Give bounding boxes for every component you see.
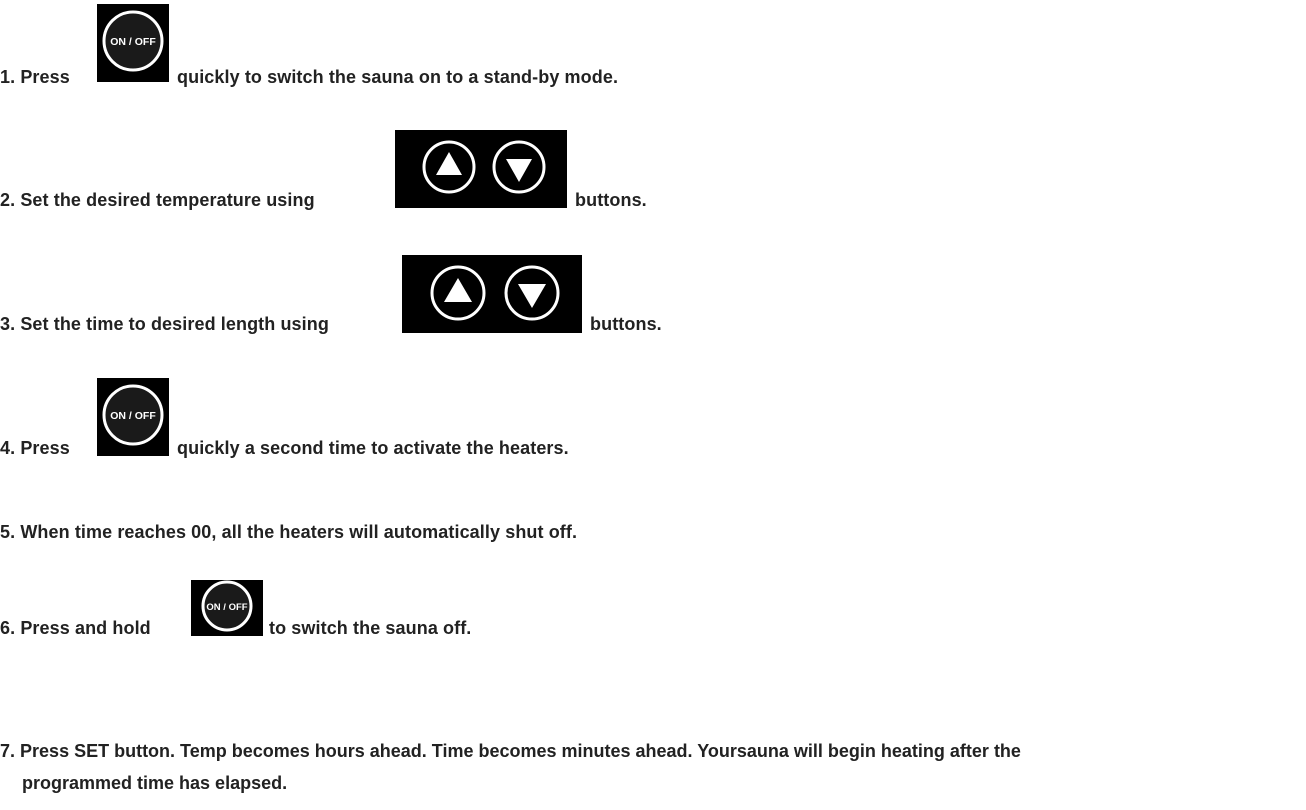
step-text-after: buttons. — [590, 314, 662, 334]
on-off-label: ON / OFF — [206, 602, 247, 613]
step-text-before: Set the desired temperature using — [20, 190, 315, 210]
step-number: 3. — [0, 314, 16, 334]
step-text: When time reaches 00, all the heaters wi… — [20, 522, 578, 542]
step-text-before: Press — [20, 67, 70, 87]
step-number: 2. — [0, 190, 16, 210]
step-text-after: to switch the sauna off. — [269, 618, 472, 638]
on-off-label: ON / OFF — [110, 410, 156, 422]
step-text-after: buttons. — [575, 190, 647, 210]
step-text-before: Press — [20, 438, 70, 458]
step-text-before: Set the time to desired length using — [20, 314, 329, 334]
on-off-label: ON / OFF — [110, 36, 156, 48]
step-text-line-1: Press SET button. Temp becomes hours ahe… — [20, 741, 1021, 761]
step-number: 7. — [0, 741, 16, 761]
step-number: 5. — [0, 522, 16, 542]
step-text-after: quickly a second time to activate the he… — [177, 438, 569, 458]
up-down-arrow-buttons-icon[interactable] — [395, 130, 567, 208]
on-off-button-icon[interactable]: ON / OFF — [97, 4, 169, 82]
step-text-after: quickly to switch the sauna on to a stan… — [177, 67, 619, 87]
step-number: 1. — [0, 67, 16, 87]
step-text-line-2: programmed time has elapsed. — [22, 773, 288, 793]
on-off-button-icon[interactable]: ON / OFF — [97, 378, 169, 456]
up-down-arrow-buttons-icon[interactable] — [402, 255, 582, 333]
step-text-before: Press and hold — [20, 618, 151, 638]
step-number: 6. — [0, 618, 16, 638]
on-off-button-icon[interactable]: ON / OFF — [191, 580, 263, 636]
step-number: 4. — [0, 438, 16, 458]
